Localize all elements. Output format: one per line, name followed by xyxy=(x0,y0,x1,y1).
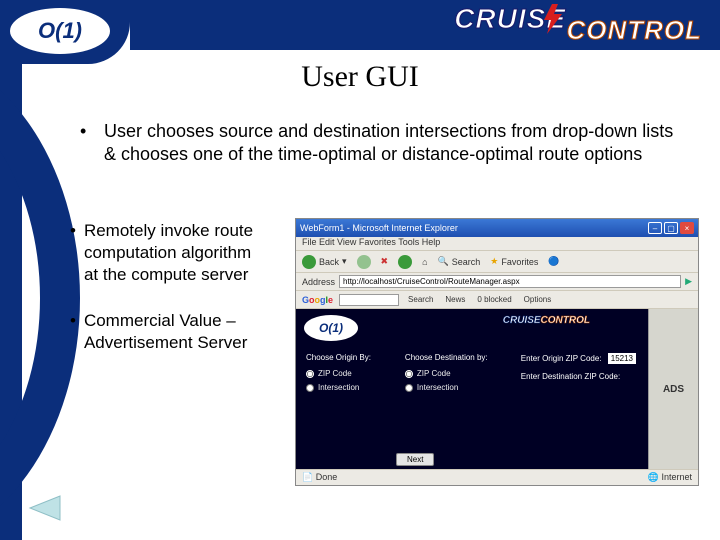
ad-column: ADS xyxy=(648,309,698,469)
radio-input[interactable] xyxy=(306,384,314,392)
logo-text: O(1) xyxy=(38,18,82,44)
side-accent-curve xyxy=(0,48,80,540)
google-blocked-label[interactable]: 0 blocked xyxy=(474,295,514,304)
list-item: • Remotely invoke route computation algo… xyxy=(70,220,270,286)
origin-zip-radio[interactable]: ZIP Code xyxy=(306,369,371,378)
status-left-text: Done xyxy=(316,472,338,482)
origin-zip-row: Enter Origin ZIP Code: 15213 xyxy=(521,353,636,364)
radio-label: Intersection xyxy=(318,383,359,392)
slide-title: User GUI xyxy=(0,60,720,94)
google-logo: Google xyxy=(302,295,333,305)
go-button[interactable]: ▶ xyxy=(685,276,692,287)
address-bar: Address ▶ xyxy=(296,273,698,291)
maximize-button[interactable]: ▢ xyxy=(664,222,678,234)
origin-header: Choose Origin By: xyxy=(306,353,371,362)
destination-group: Choose Destination by: ZIP Code Intersec… xyxy=(405,353,488,392)
search-label: Search xyxy=(452,257,481,267)
status-left: 📄 Done xyxy=(302,472,337,483)
address-label: Address xyxy=(302,277,335,287)
back-icon xyxy=(302,255,316,269)
dest-zip-label: Enter Destination ZIP Code: xyxy=(521,372,620,381)
window-titlebar: WebForm1 - Microsoft Internet Explorer –… xyxy=(296,219,698,237)
slide: O(1) CRUISE CONTROL User GUI • User choo… xyxy=(0,0,720,540)
chevron-down-icon: ▾ xyxy=(342,256,347,267)
bullet-marker: • xyxy=(70,310,76,354)
media-icon[interactable]: 🔵 xyxy=(548,256,559,267)
origin-group: Choose Origin By: ZIP Code Intersection xyxy=(306,353,371,392)
page-brand-control: CONTROL xyxy=(541,315,590,326)
brand-control: CONTROL xyxy=(566,6,702,54)
minimize-button[interactable]: – xyxy=(648,222,662,234)
list-item: • Commercial Value – Advertisement Serve… xyxy=(70,310,270,354)
dest-zip-row: Enter Destination ZIP Code: xyxy=(521,372,636,381)
menu-bar[interactable]: File Edit View Favorites Tools Help xyxy=(296,237,698,251)
google-search-button[interactable]: Search xyxy=(405,295,436,304)
radio-input[interactable] xyxy=(405,370,413,378)
logo: O(1) xyxy=(10,8,110,54)
favorites-button[interactable]: ★ Favorites xyxy=(490,256,538,267)
close-button[interactable]: × xyxy=(680,222,694,234)
globe-icon: 🌐 xyxy=(648,472,659,482)
page-content: O(1) CRUISECONTROL Choose Origin By: ZIP… xyxy=(296,309,698,469)
status-bar: 📄 Done 🌐 Internet xyxy=(296,469,698,485)
google-options-button[interactable]: Options xyxy=(521,295,555,304)
search-button[interactable]: 🔍 Search xyxy=(438,256,481,267)
done-icon: 📄 xyxy=(302,472,313,482)
bullet-marker: • xyxy=(70,220,76,286)
stop-icon[interactable]: ✖ xyxy=(381,256,389,267)
page-logo: O(1) xyxy=(304,315,358,341)
destination-header: Choose Destination by: xyxy=(405,353,488,362)
origin-intersection-radio[interactable]: Intersection xyxy=(306,383,371,392)
bullet-list-main: • User chooses source and destination in… xyxy=(80,120,680,185)
radio-label: ZIP Code xyxy=(417,369,451,378)
lightning-icon xyxy=(542,4,564,34)
bullet-text: User chooses source and destination inte… xyxy=(104,120,680,167)
favorites-label: Favorites xyxy=(501,257,538,267)
radio-input[interactable] xyxy=(306,370,314,378)
bullet-text: Remotely invoke route computation algori… xyxy=(84,220,270,286)
dest-zip-radio[interactable]: ZIP Code xyxy=(405,369,488,378)
address-input[interactable] xyxy=(339,275,681,288)
page-brand-cruise: CRUISE xyxy=(503,315,541,326)
ad-label: ADS xyxy=(663,384,684,395)
refresh-icon[interactable] xyxy=(398,255,412,269)
page-logo-text: O(1) xyxy=(319,321,343,335)
back-button[interactable]: Back ▾ xyxy=(302,255,347,269)
list-item: • User chooses source and destination in… xyxy=(80,120,680,167)
brand-wordmark: CRUISE CONTROL xyxy=(454,6,702,54)
window-title: WebForm1 - Microsoft Internet Explorer xyxy=(300,223,458,233)
page-brand: CRUISECONTROL xyxy=(503,315,590,326)
google-search-input[interactable] xyxy=(339,294,399,306)
zip-entry-group: Enter Origin ZIP Code: 15213 Enter Desti… xyxy=(521,353,636,381)
forward-icon[interactable] xyxy=(357,255,371,269)
radio-label: Intersection xyxy=(417,383,458,392)
google-news-button[interactable]: News xyxy=(442,295,468,304)
bullet-list-left: • Remotely invoke route computation algo… xyxy=(70,220,270,378)
star-icon: ★ xyxy=(490,256,498,267)
google-toolbar: Google Search News 0 blocked Options xyxy=(296,291,698,309)
origin-zip-input[interactable]: 15213 xyxy=(608,353,636,364)
status-right: 🌐 Internet xyxy=(648,472,692,483)
page-main: O(1) CRUISECONTROL Choose Origin By: ZIP… xyxy=(296,309,648,469)
bullet-marker: • xyxy=(80,120,90,167)
embedded-screenshot: WebForm1 - Microsoft Internet Explorer –… xyxy=(295,218,699,486)
radio-input[interactable] xyxy=(405,384,413,392)
radio-label: ZIP Code xyxy=(318,369,352,378)
bullet-text: Commercial Value – Advertisement Server xyxy=(84,310,270,354)
dest-intersection-radio[interactable]: Intersection xyxy=(405,383,488,392)
origin-zip-label: Enter Origin ZIP Code: xyxy=(521,354,602,363)
home-icon[interactable]: ⌂ xyxy=(422,257,427,267)
previous-slide-button[interactable] xyxy=(28,494,62,522)
search-icon: 🔍 xyxy=(438,256,449,267)
toolbar: Back ▾ ✖ ⌂ 🔍 Search ★ Favorites 🔵 xyxy=(296,251,698,273)
status-right-text: Internet xyxy=(661,472,692,482)
back-label: Back xyxy=(319,257,339,267)
logo-background: O(1) xyxy=(0,0,130,64)
next-button[interactable]: Next xyxy=(396,453,434,466)
window-buttons: – ▢ × xyxy=(648,222,694,234)
